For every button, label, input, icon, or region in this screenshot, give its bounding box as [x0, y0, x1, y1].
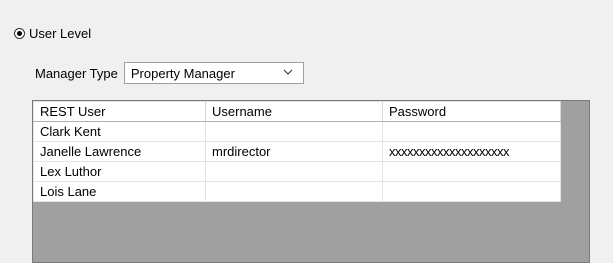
- chevron-down-icon: [283, 69, 293, 75]
- manager-type-row: Manager Type Property Manager: [35, 61, 304, 85]
- password-cell[interactable]: xxxxxxxxxxxxxxxxxxxx: [382, 141, 561, 162]
- user-level-radio-option[interactable]: User Level: [14, 24, 91, 42]
- user-level-radio[interactable]: [14, 27, 25, 39]
- rest-user-cell[interactable]: Lois Lane: [33, 181, 206, 202]
- username-cell[interactable]: [205, 121, 383, 142]
- table-row[interactable]: Lois Lane: [33, 181, 561, 202]
- radio-selected-dot-icon: [17, 30, 22, 36]
- rest-user-cell[interactable]: Janelle Lawrence: [33, 141, 206, 162]
- password-cell[interactable]: [382, 121, 561, 142]
- column-header-rest-user[interactable]: REST User: [33, 101, 206, 122]
- username-cell[interactable]: mrdirector: [205, 141, 383, 162]
- rest-user-cell[interactable]: Lex Luthor: [33, 161, 206, 182]
- username-cell[interactable]: [205, 161, 383, 182]
- column-header-password[interactable]: Password: [382, 101, 561, 122]
- column-header-username[interactable]: Username: [205, 101, 383, 122]
- table-row[interactable]: Lex Luthor: [33, 161, 561, 182]
- password-cell[interactable]: [382, 181, 561, 202]
- rest-user-cell[interactable]: Clark Kent: [33, 121, 206, 142]
- grid-header-row: REST User Username Password: [33, 101, 561, 122]
- rest-users-table: REST User Username Password Clark Kent J…: [33, 101, 561, 202]
- table-row[interactable]: Janelle Lawrence mrdirector xxxxxxxxxxxx…: [33, 141, 561, 162]
- user-level-label: User Level: [29, 25, 92, 41]
- table-row[interactable]: Clark Kent: [33, 121, 561, 142]
- manager-type-select[interactable]: Property Manager: [123, 62, 304, 84]
- manager-type-label: Manager Type: [35, 65, 118, 81]
- rest-users-grid[interactable]: REST User Username Password Clark Kent J…: [32, 100, 590, 263]
- manager-type-selected-value: Property Manager: [130, 65, 235, 81]
- username-cell[interactable]: [205, 181, 383, 202]
- password-cell[interactable]: [382, 161, 561, 182]
